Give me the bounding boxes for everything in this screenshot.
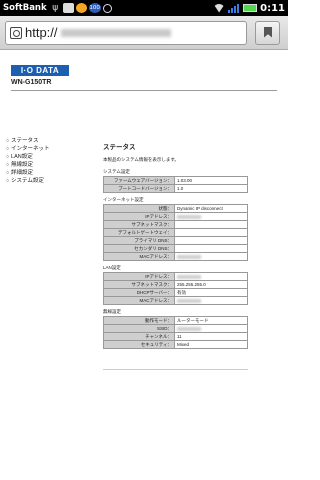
bookmark-icon[interactable] <box>255 20 280 45</box>
usb-icon: ψ <box>52 3 59 13</box>
section-title: 無線設定 <box>103 309 121 314</box>
row-value <box>174 212 248 221</box>
nav-item-advanced[interactable]: 詳細設定 <box>6 169 86 177</box>
section-title: LAN設定 <box>103 265 121 270</box>
row-value: Mixed <box>174 340 248 349</box>
row-key: プライマリ DNS： <box>103 236 175 245</box>
url-blurred <box>60 28 171 37</box>
sd-card-icon <box>62 3 74 13</box>
table-row: サブネットマスク： 255.255.255.0 <box>103 280 248 289</box>
nav-item-internet[interactable]: インターネット <box>6 145 86 153</box>
table-row: ブートコードバージョン： 1.0 <box>103 184 248 193</box>
nav-item-wireless[interactable]: 無線設定 <box>6 161 86 169</box>
table-row: MACアドレス： <box>103 296 248 305</box>
row-value <box>174 220 248 229</box>
count-badge-icon: 100 <box>88 3 101 13</box>
row-key: デフォルトゲートウェイ： <box>103 228 175 237</box>
table-row: 状態： Dynamic IP disconnect <box>103 204 248 213</box>
table-row: チャンネル： 11 <box>103 332 248 341</box>
browser-toolbar: http:// <box>0 16 288 50</box>
row-value: 11 <box>174 332 248 341</box>
row-key: サブネットマスク： <box>103 220 175 229</box>
row-value <box>174 236 248 245</box>
internet-table: 状態： Dynamic IP disconnect IPアドレス： サブネットマ… <box>103 204 248 261</box>
sync-icon <box>102 3 112 13</box>
redacted-value <box>177 298 201 303</box>
table-row: DHCPサーバー： 有効 <box>103 288 248 297</box>
row-value <box>174 228 248 237</box>
row-value <box>174 244 248 253</box>
url-bar[interactable]: http:// <box>5 20 247 45</box>
row-value: 1.03.00 <box>174 176 248 185</box>
redacted-value <box>177 326 201 331</box>
table-row: IPアドレス： <box>103 212 248 221</box>
brand-logo: I·O DATA <box>11 65 69 76</box>
page-description: 本製品のシステム情報を表示します。 <box>103 157 179 162</box>
row-value <box>174 272 248 281</box>
row-key: 状態： <box>103 204 175 213</box>
nav-item-lan[interactable]: LAN設定 <box>6 153 86 161</box>
url-text: http:// <box>25 25 58 40</box>
table-row: プライマリ DNS： <box>103 236 248 245</box>
status-bar: SoftBank ψ 100 0:11 <box>0 0 288 16</box>
wifi-icon <box>213 3 226 13</box>
clock: 0:11 <box>260 2 285 14</box>
nav-item-system[interactable]: システム設定 <box>6 177 86 185</box>
row-value: 255.255.255.0 <box>174 280 248 289</box>
row-key: SSID： <box>103 324 175 333</box>
table-row: IPアドレス： <box>103 272 248 281</box>
nav-item-status[interactable]: ステータス <box>6 137 86 145</box>
row-value: Dynamic IP disconnect <box>174 204 248 213</box>
model-name: WN-G150TR <box>11 79 52 86</box>
signal-icon <box>228 3 240 13</box>
row-value: 1.0 <box>174 184 248 193</box>
system-table: ファームウェアバージョン： 1.03.00 ブートコードバージョン： 1.0 <box>103 176 248 193</box>
divider <box>11 90 277 91</box>
lan-table: IPアドレス： サブネットマスク： 255.255.255.0 DHCPサーバー… <box>103 272 248 305</box>
main-content: ステータス 本製品のシステム情報を表示します。 システム設定 ファームウェアバー… <box>103 141 248 353</box>
row-key: DHCPサーバー： <box>103 288 175 297</box>
row-value: ルーターモード <box>174 316 248 325</box>
page-icon <box>10 26 22 39</box>
table-row: サブネットマスク： <box>103 220 248 229</box>
row-key: MACアドレス： <box>103 296 175 305</box>
row-key: ファームウェアバージョン： <box>103 176 175 185</box>
row-key: チャンネル： <box>103 332 175 341</box>
table-row: ファームウェアバージョン： 1.03.00 <box>103 176 248 185</box>
table-row: デフォルトゲートウェイ： <box>103 228 248 237</box>
row-value <box>174 252 248 261</box>
row-value <box>174 296 248 305</box>
page-title: ステータス <box>103 144 136 151</box>
row-key: MACアドレス： <box>103 252 175 261</box>
row-key: セキュリティ： <box>103 340 175 349</box>
row-key: セカンダリ DNS： <box>103 244 175 253</box>
row-value: 有効 <box>174 288 248 297</box>
row-key: ブートコードバージョン： <box>103 184 175 193</box>
table-row: セキュリティ： Mixed <box>103 340 248 349</box>
table-row: セカンダリ DNS： <box>103 244 248 253</box>
notification-icon <box>75 3 87 13</box>
row-value <box>174 324 248 333</box>
wireless-table: 動作モード： ルーターモード SSID： チャンネル： 11 セキュリティ： M… <box>103 316 248 349</box>
battery-icon <box>243 4 258 12</box>
table-row: MACアドレス： <box>103 252 248 261</box>
row-key: サブネットマスク： <box>103 280 175 289</box>
router-page: I·O DATA WN-G150TR ステータス インターネット LAN設定 無… <box>0 51 288 480</box>
row-key: IPアドレス： <box>103 272 175 281</box>
table-row: SSID： <box>103 324 248 333</box>
redacted-value <box>177 254 201 259</box>
section-title: システム設定 <box>103 169 130 174</box>
row-key: 動作モード： <box>103 316 175 325</box>
redacted-value <box>177 214 201 219</box>
divider <box>103 369 248 370</box>
redacted-value <box>177 274 201 279</box>
section-title: インターネット設定 <box>103 197 144 202</box>
carrier-label: SoftBank <box>3 3 47 13</box>
table-row: 動作モード： ルーターモード <box>103 316 248 325</box>
side-nav: ステータス インターネット LAN設定 無線設定 詳細設定 システム設定 <box>6 137 86 185</box>
row-key: IPアドレス： <box>103 212 175 221</box>
